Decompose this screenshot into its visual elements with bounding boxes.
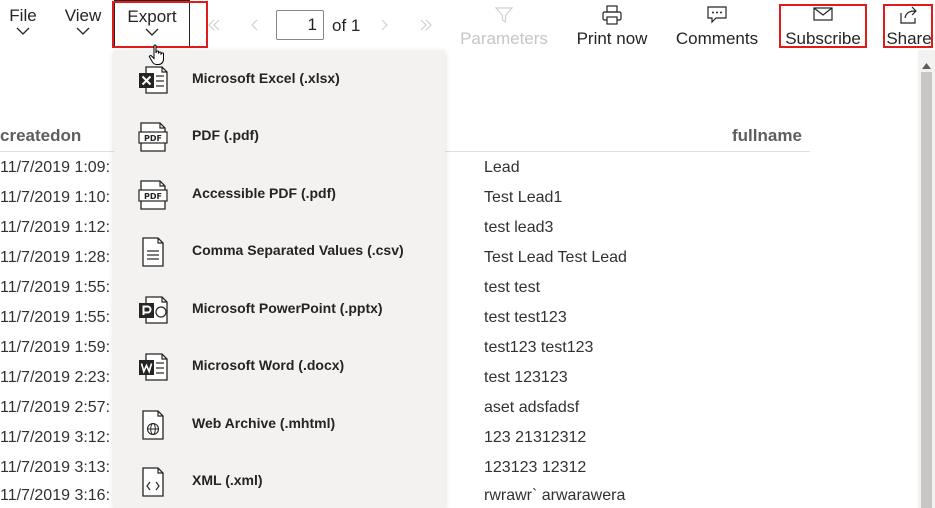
pdf-icon: PDF	[136, 120, 170, 154]
print-now-label: Print now	[576, 29, 648, 48]
table-cell-createdon: 11/7/2019 3:13:	[0, 459, 111, 476]
table-cell-fullname: test test	[484, 279, 541, 296]
chevron-down-icon	[0, 26, 46, 46]
svg-text:PDF: PDF	[144, 192, 162, 201]
printer-icon	[570, 5, 654, 27]
web-archive-icon	[136, 408, 170, 442]
table-cell-fullname: test 123123	[484, 369, 568, 386]
export-excel-label: Microsoft Excel (.xlsx)	[192, 70, 340, 86]
export-pdf-item[interactable]: PDF PDF (.pdf)	[114, 112, 445, 162]
table-cell-createdon: 11/7/2019 3:16:	[0, 487, 111, 504]
export-powerpoint-item[interactable]: Microsoft PowerPoint (.pptx)	[114, 285, 445, 335]
table-cell-createdon: 11/7/2019 1:09:	[0, 159, 111, 176]
filter-icon	[458, 5, 550, 27]
table-cell-createdon: 11/7/2019 2:57:	[0, 399, 111, 416]
view-menu-label: View	[64, 6, 102, 25]
svg-text:PDF: PDF	[144, 134, 162, 143]
share-label: Share	[886, 29, 932, 48]
csv-icon	[136, 235, 170, 269]
export-word-label: Microsoft Word (.docx)	[192, 357, 345, 373]
xml-icon	[136, 465, 170, 499]
table-cell-fullname: aset adsfadsf	[484, 399, 580, 416]
last-page-icon[interactable]	[419, 18, 433, 36]
hand-cursor-icon	[148, 44, 166, 71]
previous-page-icon[interactable]	[250, 18, 260, 36]
comments-button[interactable]: Comments	[673, 0, 761, 50]
export-accessible-pdf-item[interactable]: PDF Accessible PDF (.pdf)	[114, 170, 445, 220]
file-menu-label: File	[9, 6, 37, 25]
table-cell-fullname: test lead3	[484, 219, 554, 236]
table-cell-createdon: 11/7/2019 1:28:	[0, 249, 111, 266]
next-page-icon[interactable]	[379, 18, 389, 36]
export-powerpoint-label: Microsoft PowerPoint (.pptx)	[192, 300, 383, 316]
table-cell-createdon: 11/7/2019 1:59:	[0, 339, 111, 356]
export-xml-label: XML (.xml)	[192, 472, 263, 488]
column-header-createdon: createdon	[0, 126, 82, 145]
export-word-item[interactable]: Microsoft Word (.docx)	[114, 342, 445, 392]
view-menu[interactable]: View	[56, 0, 110, 48]
scrollbar-thumb[interactable]	[921, 72, 932, 508]
table-cell-createdon: 11/7/2019 3:12:	[0, 429, 111, 446]
export-menu-label: Export	[127, 7, 177, 26]
export-web-archive-label: Web Archive (.mhtml)	[192, 415, 336, 431]
page-number-input[interactable]: 1	[276, 10, 324, 40]
powerpoint-icon	[136, 293, 170, 327]
table-cell-createdon: 11/7/2019 1:55:	[0, 309, 111, 326]
table-cell-createdon: 11/7/2019 1:55:	[0, 279, 111, 296]
vertical-scrollbar[interactable]	[918, 50, 935, 508]
export-dropdown-menu: Microsoft Excel (.xlsx) PDF PDF (.pdf) P…	[114, 50, 445, 508]
subscribe-label: Subscribe	[785, 29, 861, 48]
first-page-icon[interactable]	[207, 18, 221, 36]
word-icon	[136, 350, 170, 384]
table-cell-fullname: Test Lead1	[484, 189, 563, 206]
table-cell-fullname: test test123	[484, 309, 567, 326]
table-cell-fullname: test123 test123	[484, 339, 594, 356]
export-menu[interactable]: Export	[114, 0, 190, 47]
table-cell-createdon: 11/7/2019 2:23:	[0, 369, 111, 386]
subscribe-button[interactable]: Subscribe	[780, 0, 866, 50]
export-csv-item[interactable]: Comma Separated Values (.csv)	[114, 227, 445, 277]
table-cell-fullname: rwrawr` arwarawera	[484, 487, 626, 504]
pdf-icon: PDF	[136, 178, 170, 212]
file-menu[interactable]: File	[0, 0, 46, 48]
parameters-button[interactable]: Parameters	[458, 0, 550, 50]
table-cell-createdon: 11/7/2019 1:10:	[0, 189, 111, 206]
export-csv-label: Comma Separated Values (.csv)	[192, 242, 404, 258]
column-header-fullname: fullname	[732, 126, 802, 145]
chevron-down-icon	[56, 26, 110, 46]
table-cell-fullname: Test Lead Test Lead	[484, 249, 627, 266]
page-count-label: of 1	[332, 16, 361, 35]
table-cell-createdon: 11/7/2019 1:12:	[0, 219, 111, 236]
parameters-label: Parameters	[460, 29, 548, 48]
table-cell-fullname: Lead	[484, 159, 520, 176]
table-cell-fullname: 123123 12312	[484, 459, 587, 476]
table-cell-fullname: 123 21312312	[484, 429, 587, 446]
comment-icon	[673, 5, 761, 27]
share-icon	[885, 5, 933, 27]
print-now-button[interactable]: Print now	[570, 0, 654, 50]
comments-label: Comments	[675, 29, 759, 48]
export-accessible-pdf-label: Accessible PDF (.pdf)	[192, 185, 336, 201]
export-xml-item[interactable]: XML (.xml)	[114, 457, 445, 507]
mail-icon	[780, 5, 866, 27]
share-button[interactable]: Share	[885, 0, 933, 50]
export-pdf-label: PDF (.pdf)	[192, 127, 259, 143]
export-web-archive-item[interactable]: Web Archive (.mhtml)	[114, 400, 445, 450]
toolbar: File View Export 1 of 1 Parameters Print…	[0, 0, 935, 50]
